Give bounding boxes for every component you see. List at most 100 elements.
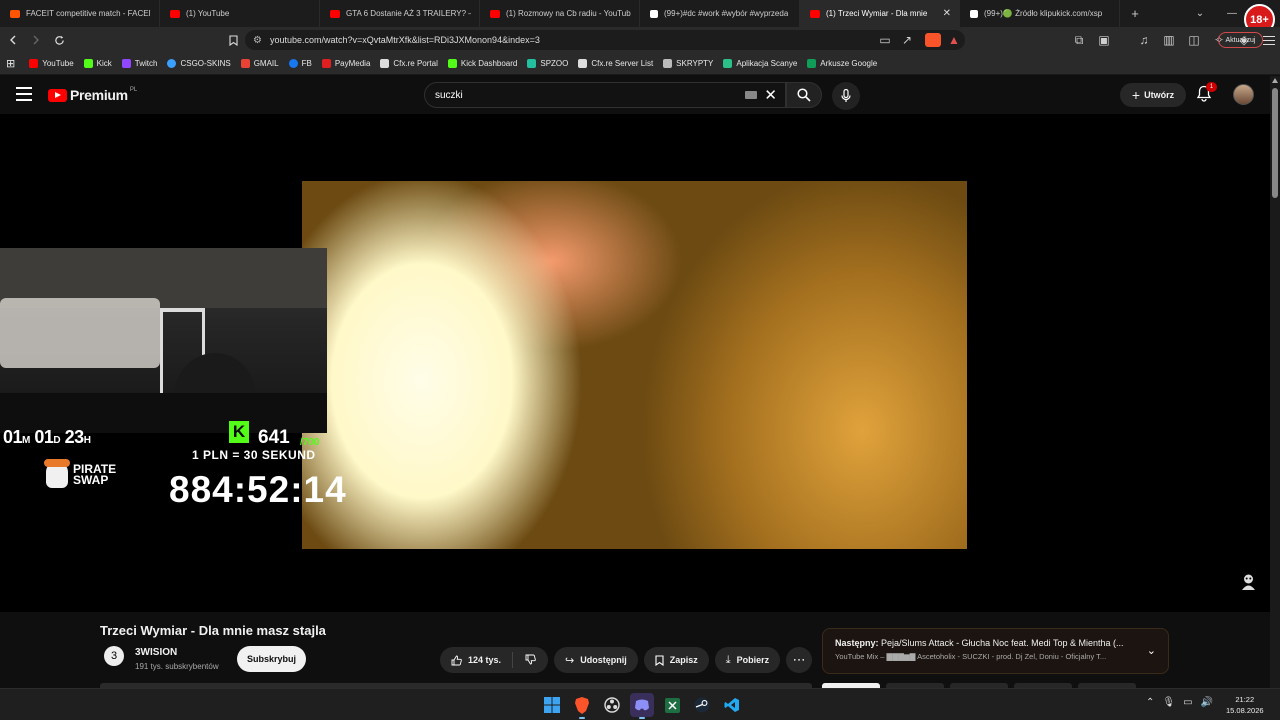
share-arrow-icon: ↪ bbox=[565, 654, 575, 667]
sidebar-icon[interactable]: ▥ bbox=[1159, 30, 1179, 50]
notifications-button[interactable]: 1 bbox=[1196, 82, 1217, 103]
channel-avatar[interactable]: 3 bbox=[104, 646, 124, 666]
countdown-timer: 01M 01D 23H bbox=[3, 427, 91, 447]
display-icon[interactable]: ▭ bbox=[1183, 697, 1192, 708]
dislike-button[interactable] bbox=[513, 654, 548, 667]
scrollbar-thumb[interactable] bbox=[1272, 88, 1278, 198]
bookmark-csgo-skins[interactable]: CSGO-SKINS bbox=[167, 59, 231, 68]
bookmark-twitch[interactable]: Twitch bbox=[121, 59, 157, 68]
download-label: Pobierz bbox=[736, 655, 770, 665]
tab-gta6[interactable]: GTA 6 Dostanie AŻ 3 TRAILERY? — bbox=[320, 0, 480, 27]
tab-faceit[interactable]: FACEIT competitive match - FACEIT bbox=[0, 0, 160, 27]
address-bar[interactable]: ⚙ youtube.com/watch?v=xQvtaMtrXfk&list=R… bbox=[245, 30, 965, 50]
microphone-tray-icon[interactable]: 🎙 bbox=[1162, 697, 1175, 708]
update-button[interactable]: Aktualizuj bbox=[1218, 32, 1263, 48]
more-actions-button[interactable]: ⋯ bbox=[786, 647, 813, 673]
search-input[interactable]: suczki ✕ bbox=[424, 82, 786, 108]
clear-search-icon[interactable]: ✕ bbox=[764, 86, 777, 104]
windows-start-icon[interactable] bbox=[540, 693, 564, 717]
youtube-header: Premium PL suczki ✕ + Utwórz 1 bbox=[0, 76, 1270, 114]
sponsor-name: PIRATE SWAP bbox=[73, 462, 117, 487]
youtube-premium-logo[interactable]: Premium PL bbox=[48, 87, 137, 103]
bookmark-sheets[interactable]: Arkusze Google bbox=[807, 59, 877, 68]
wallet-icon[interactable]: ◫ bbox=[1184, 30, 1204, 50]
steam-icon[interactable] bbox=[690, 693, 714, 717]
hamburger-menu-icon[interactable] bbox=[16, 87, 32, 101]
clock-time: 21:22 bbox=[1235, 695, 1255, 704]
volume-icon[interactable]: 🔊 bbox=[1201, 697, 1213, 708]
youtube-icon bbox=[170, 9, 180, 18]
page-scrollbar[interactable] bbox=[1270, 76, 1280, 688]
bookmark-fb[interactable]: FB bbox=[288, 59, 312, 68]
keyboard-icon[interactable] bbox=[745, 91, 757, 99]
bookmark-cfx-server-list[interactable]: Cfx.re Server List bbox=[578, 59, 653, 68]
video-frame[interactable] bbox=[302, 181, 967, 549]
share-button[interactable]: ↪ Udostępnij bbox=[554, 647, 638, 673]
tab-search-icon[interactable]: ⌄ bbox=[1184, 8, 1216, 19]
music-icon[interactable]: ♫ bbox=[1134, 30, 1154, 50]
brave-shields-icon[interactable] bbox=[923, 30, 943, 50]
obs-icon[interactable] bbox=[600, 693, 624, 717]
bookmark-label: Cfx.re Portal bbox=[393, 59, 438, 68]
chevron-down-icon[interactable]: ⌄ bbox=[1147, 644, 1156, 657]
cast-icon[interactable]: ▭ bbox=[875, 30, 895, 50]
screenshot-icon[interactable]: ▣ bbox=[1094, 30, 1114, 50]
voice-search-button[interactable] bbox=[832, 82, 860, 110]
new-tab-button[interactable]: + bbox=[1120, 6, 1150, 21]
bookmark-label: Kick Dashboard bbox=[460, 59, 518, 68]
bookmark-cfx-portal[interactable]: Cfx.re Portal bbox=[380, 59, 438, 68]
save-button[interactable]: Zapisz bbox=[643, 647, 709, 673]
bookmark-label: CSGO-SKINS bbox=[180, 59, 231, 68]
site-info-icon[interactable]: ⚙ bbox=[253, 35, 262, 46]
bookmark-scanye[interactable]: Aplikacja Scanye bbox=[723, 59, 797, 68]
back-icon[interactable] bbox=[3, 30, 23, 50]
video-player[interactable]: 01M 01D 23H K 641 /700 1 PLN = 30 SEKUND… bbox=[0, 114, 1270, 612]
taskbar-clock[interactable]: 21:22 15.08.2026 bbox=[1226, 694, 1264, 716]
kick-sub-goal: /700 bbox=[300, 437, 320, 448]
channel-watermark-icon[interactable] bbox=[1240, 573, 1257, 591]
bookmark-skrypty[interactable]: SKRYPTY bbox=[663, 59, 713, 68]
extensions-icon[interactable]: ⧉ bbox=[1069, 30, 1089, 50]
bookmark-paymedia[interactable]: PayMedia bbox=[321, 59, 370, 68]
account-avatar[interactable] bbox=[1233, 84, 1254, 105]
browser-tab-strip: FACEIT competitive match - FACEIT (1) Yo… bbox=[0, 0, 1280, 27]
bookmark-spzoo[interactable]: SPZOO bbox=[527, 59, 568, 68]
plus-icon: + bbox=[1131, 87, 1141, 103]
like-button[interactable]: 124 tys. bbox=[440, 652, 514, 668]
close-tab-icon[interactable]: ✕ bbox=[937, 8, 951, 19]
create-button[interactable]: + Utwórz bbox=[1120, 83, 1186, 107]
channel-name[interactable]: 3WISION bbox=[135, 647, 177, 658]
reload-icon[interactable] bbox=[49, 30, 69, 50]
kick-icon bbox=[83, 59, 93, 68]
tray-chevron-up-icon[interactable]: ⌃ bbox=[1146, 697, 1154, 708]
microphone-icon bbox=[841, 89, 851, 102]
download-button[interactable]: ⤓ Pobierz bbox=[714, 647, 781, 673]
vscode-icon[interactable] bbox=[720, 693, 744, 717]
forward-icon[interactable] bbox=[26, 30, 46, 50]
discord-icon[interactable] bbox=[630, 693, 654, 719]
share-icon[interactable]: ↗ bbox=[897, 30, 917, 50]
tab-cb-radio[interactable]: (1) Rozmowy na Cb radiu - YouTube bbox=[480, 0, 640, 27]
tab-youtube[interactable]: (1) YouTube bbox=[160, 0, 320, 27]
search-button[interactable] bbox=[786, 82, 822, 108]
tab-clips[interactable]: (99+)🟢 Źródło klipukick.com/xsp bbox=[960, 0, 1120, 27]
scroll-up-icon[interactable] bbox=[1272, 78, 1278, 83]
tab-active-video[interactable]: (1) Trzeci Wymiar - Dla mnie ✕ bbox=[800, 0, 960, 27]
bookmark-kick-dashboard[interactable]: Kick Dashboard bbox=[447, 59, 518, 68]
youtube-icon bbox=[810, 9, 820, 18]
brave-browser-icon[interactable] bbox=[570, 693, 594, 719]
tab-tiktok[interactable]: (99+)#dc #work #wybór #wyprzeda bbox=[640, 0, 800, 27]
up-next-card[interactable]: Następny: Peja/Slums Attack - Głucha Noc… bbox=[822, 628, 1169, 674]
logo-region: PL bbox=[129, 87, 138, 93]
bookmark-youtube[interactable]: YouTube bbox=[29, 59, 74, 68]
excel-icon[interactable] bbox=[660, 693, 684, 717]
menu-icon[interactable] bbox=[1263, 34, 1275, 46]
system-tray: ⌃ 🎙 ▭ 🔊 bbox=[1146, 697, 1213, 708]
bookmark-kick[interactable]: Kick bbox=[83, 59, 112, 68]
bookmark-icon[interactable] bbox=[223, 30, 243, 50]
brave-rewards-icon[interactable]: ▲ bbox=[944, 30, 964, 50]
subscribe-button[interactable]: Subskrybuj bbox=[237, 646, 306, 672]
apps-icon[interactable]: ⊞ bbox=[6, 57, 15, 70]
tab-title: (99+)#dc #work #wybór #wyprzeda bbox=[664, 9, 789, 18]
bookmark-gmail[interactable]: GMAIL bbox=[240, 59, 279, 68]
